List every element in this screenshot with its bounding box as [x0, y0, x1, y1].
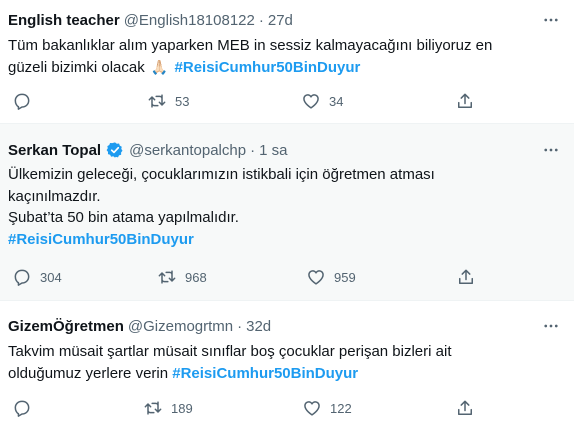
like-count: 959: [334, 269, 356, 285]
like-icon: [302, 398, 322, 418]
like-button[interactable]: 959: [306, 264, 356, 290]
tweet-text: Ülkemizin geleceği, çocuklarımızın istik…: [8, 164, 544, 250]
hashtag-link[interactable]: #ReisiCumhur50BinDuyur: [172, 365, 358, 382]
tweet-gizem-ogretmen[interactable]: GizemÖğretmen @Gizemogrtmn · 32d Takvim …: [0, 301, 574, 427]
retweet-count: 968: [185, 269, 207, 285]
retweet-button[interactable]: 968: [157, 264, 207, 290]
retweet-count: 189: [171, 400, 193, 416]
like-button[interactable]: 122: [302, 395, 352, 421]
hashtag-link[interactable]: #ReisiCumhur50BinDuyur: [175, 59, 361, 76]
share-icon: [455, 91, 475, 111]
reply-button[interactable]: 304: [12, 264, 62, 290]
like-icon: [306, 267, 326, 287]
verified-badge-icon: [106, 141, 124, 159]
tweet-actions: 53 34: [0, 88, 574, 114]
more-icon[interactable]: [538, 137, 564, 163]
like-count: 122: [330, 400, 352, 416]
reply-icon: [12, 267, 32, 287]
tweet-text-line-with-hashtag: olduğumuz yerlere verin #ReisiCumhur50Bi…: [8, 363, 544, 385]
share-icon: [455, 398, 475, 418]
tweet-actions: 304 968 959: [0, 264, 574, 290]
author-name[interactable]: Serkan Topal: [8, 142, 101, 159]
reply-button[interactable]: [12, 88, 40, 114]
tweet-header: English teacher @English18108122 · 27d: [8, 9, 534, 31]
tweet-text: Takvim müsait şartlar müsait sınıflar bo…: [8, 341, 544, 384]
hashtag-link[interactable]: #ReisiCumhur50BinDuyur: [8, 229, 544, 251]
separator-dot: ·: [237, 317, 243, 335]
share-icon: [456, 267, 476, 287]
tweet-header: Serkan Topal @serkantopalchp · 1 sa: [8, 139, 534, 161]
author-name[interactable]: GizemÖğretmen: [8, 318, 124, 335]
more-icon[interactable]: [538, 313, 564, 339]
retweet-icon: [157, 267, 177, 287]
retweet-icon: [143, 398, 163, 418]
reply-icon: [12, 398, 32, 418]
share-button[interactable]: [455, 88, 475, 114]
tweet-text-line: Takvim müsait şartlar müsait sınıflar bo…: [8, 343, 452, 360]
folded-hands-emoji: 🙏🏻: [150, 58, 169, 75]
tweet-feed: English teacher @English18108122 · 27d T…: [0, 0, 574, 427]
like-icon: [301, 91, 321, 111]
tweet-text: Tüm bakanlıklar alım yaparken MEB in ses…: [8, 35, 544, 78]
more-icon[interactable]: [538, 7, 564, 33]
author-handle[interactable]: @Gizemogrtmn: [128, 318, 233, 335]
tweet-text-line: Şubat’ta 50 bin atama yapılmalıdır.: [8, 209, 239, 226]
reply-icon: [12, 91, 32, 111]
reply-button[interactable]: [12, 395, 40, 421]
separator-dot: ·: [258, 11, 264, 29]
tweet-english-teacher[interactable]: English teacher @English18108122 · 27d T…: [0, 0, 574, 124]
retweet-button[interactable]: 189: [143, 395, 193, 421]
like-count: 34: [329, 93, 344, 109]
retweet-icon: [147, 91, 167, 111]
tweet-text-segment: güzeli bizimki olacak: [8, 58, 145, 76]
tweet-text-line-with-hashtag: güzeli bizimki olacak 🙏🏻 #ReisiCumhur50B…: [8, 57, 544, 79]
tweet-time[interactable]: 32d: [246, 318, 271, 335]
tweet-serkan-topal[interactable]: Serkan Topal @serkantopalchp · 1 sa Ülke…: [0, 124, 574, 301]
separator-dot: ·: [250, 141, 256, 159]
tweet-text-line: kaçınılmazdır.: [8, 187, 101, 205]
tweet-text-segment: olduğumuz yerlere verin: [8, 364, 169, 382]
tweet-header: GizemÖğretmen @Gizemogrtmn · 32d: [8, 315, 534, 337]
tweet-time[interactable]: 27d: [268, 12, 293, 29]
tweet-text-line: Tüm bakanlıklar alım yaparken MEB in ses…: [8, 37, 493, 54]
tweet-time[interactable]: 1 sa: [259, 142, 287, 159]
author-handle[interactable]: @English18108122: [124, 12, 255, 29]
like-button[interactable]: 34: [301, 88, 343, 114]
tweet-text-line: Ülkemizin geleceği, çocuklarımızın istik…: [8, 166, 435, 183]
tweet-actions: 189 122: [0, 395, 574, 421]
retweet-count: 53: [175, 93, 190, 109]
author-handle[interactable]: @serkantopalchp: [129, 142, 246, 159]
share-button[interactable]: [455, 395, 475, 421]
reply-count: 304: [40, 269, 62, 285]
share-button[interactable]: [456, 264, 476, 290]
author-name[interactable]: English teacher: [8, 12, 120, 29]
retweet-button[interactable]: 53: [147, 88, 189, 114]
